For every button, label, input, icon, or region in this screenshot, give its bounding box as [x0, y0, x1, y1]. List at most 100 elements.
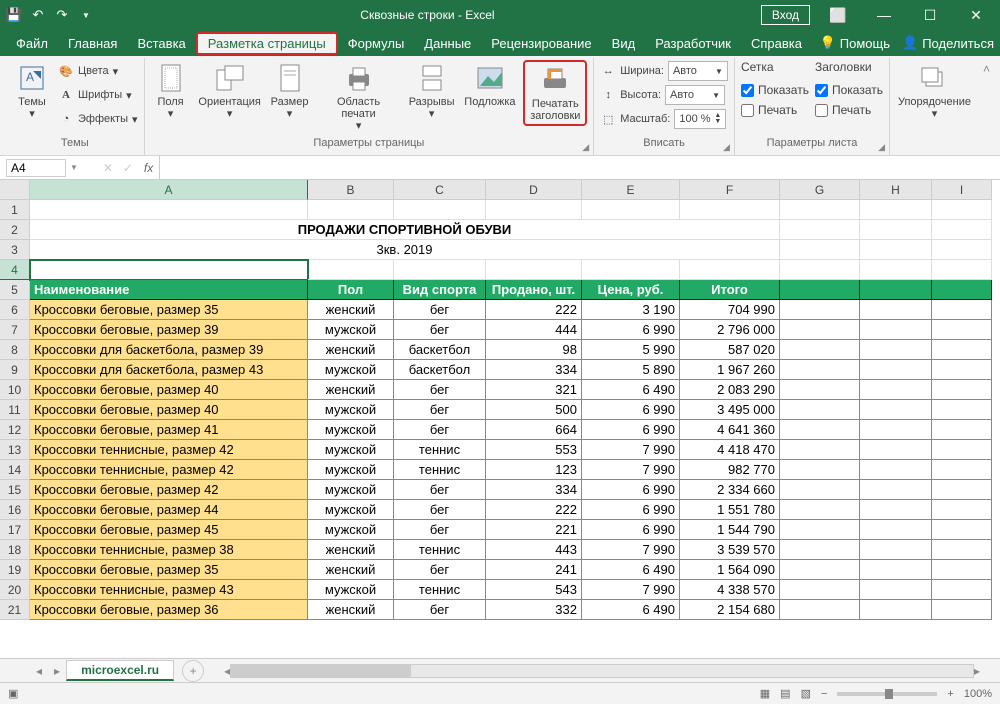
cell[interactable]: 6 990 — [582, 420, 680, 440]
cell[interactable] — [860, 500, 932, 520]
ribbon-options-icon[interactable]: ⬜ — [820, 7, 856, 24]
height-combo[interactable]: Авто▼ — [665, 85, 725, 105]
cell[interactable] — [780, 560, 860, 580]
cell-grid[interactable]: ПРОДАЖИ СПОРТИВНОЙ ОБУВИ3кв. 2019Наимено… — [30, 200, 992, 620]
cell[interactable]: мужской — [308, 360, 394, 380]
ribbon-tab[interactable]: Справка — [741, 32, 812, 55]
cell[interactable]: Цена, руб. — [582, 280, 680, 300]
column-header[interactable]: F — [680, 180, 780, 200]
scale-launcher-icon[interactable]: ◢ — [723, 142, 730, 153]
cell[interactable]: Кроссовки беговые, размер 39 — [30, 320, 308, 340]
zoom-level[interactable]: 100% — [964, 688, 992, 700]
row-headers[interactable]: 123456789101112131415161718192021 — [0, 200, 30, 620]
collapse-ribbon-icon[interactable]: ˄ — [979, 58, 994, 155]
cell[interactable]: женский — [308, 540, 394, 560]
cell[interactable] — [932, 200, 992, 220]
cell[interactable]: мужской — [308, 480, 394, 500]
cell[interactable]: бег — [394, 420, 486, 440]
row-header[interactable]: 2 — [0, 220, 30, 240]
cell[interactable] — [860, 400, 932, 420]
cell[interactable]: 1 544 790 — [680, 520, 780, 540]
cell[interactable]: Кроссовки для баскетбола, размер 43 — [30, 360, 308, 380]
arrange-button[interactable]: Упорядочение▾ — [896, 60, 973, 122]
cell[interactable]: 123 — [486, 460, 582, 480]
cell[interactable] — [860, 240, 932, 260]
page-layout-view-icon[interactable]: ▤ — [780, 687, 790, 700]
zoom-in-icon[interactable]: + — [947, 688, 953, 700]
cell[interactable]: баскетбол — [394, 340, 486, 360]
cell[interactable] — [30, 200, 308, 220]
themes-button[interactable]: A Темы▾ — [12, 60, 52, 122]
cell[interactable]: бег — [394, 300, 486, 320]
ribbon-tab[interactable]: Вид — [602, 32, 646, 55]
gridlines-print-checkbox[interactable]: Печать — [741, 100, 809, 120]
cell[interactable]: Итого — [680, 280, 780, 300]
cell[interactable]: 6 990 — [582, 520, 680, 540]
cell[interactable]: 4 418 470 — [680, 440, 780, 460]
formula-input[interactable] — [159, 156, 1000, 179]
cell[interactable]: бег — [394, 380, 486, 400]
cell[interactable] — [932, 440, 992, 460]
cell[interactable]: женский — [308, 560, 394, 580]
cell[interactable]: 6 990 — [582, 400, 680, 420]
cell[interactable]: Продано, шт. — [486, 280, 582, 300]
headings-view-checkbox[interactable]: Показать — [815, 80, 883, 100]
cell[interactable]: 2 083 290 — [680, 380, 780, 400]
row-header[interactable]: 5 — [0, 280, 30, 300]
row-header[interactable]: 19 — [0, 560, 30, 580]
cell[interactable]: 221 — [486, 520, 582, 540]
cell[interactable]: бег — [394, 560, 486, 580]
cell[interactable]: 6 490 — [582, 380, 680, 400]
cell[interactable]: мужской — [308, 440, 394, 460]
zoom-slider[interactable] — [837, 692, 937, 696]
cell[interactable] — [932, 320, 992, 340]
cell[interactable] — [860, 580, 932, 600]
cell[interactable] — [860, 320, 932, 340]
cell[interactable] — [860, 540, 932, 560]
cell[interactable]: мужской — [308, 520, 394, 540]
cell[interactable]: мужской — [308, 580, 394, 600]
close-icon[interactable]: ✕ — [958, 7, 994, 24]
cancel-formula-icon[interactable]: ✕ — [98, 161, 118, 175]
scale-spinner[interactable]: 100 %▲▼ — [674, 109, 726, 129]
cell[interactable]: 241 — [486, 560, 582, 580]
row-header[interactable]: 11 — [0, 400, 30, 420]
cell[interactable] — [582, 200, 680, 220]
cell[interactable] — [860, 440, 932, 460]
cell[interactable] — [932, 400, 992, 420]
cell[interactable] — [932, 340, 992, 360]
effects-button[interactable]: ◔Эффекты ▾ — [58, 108, 138, 130]
horizontal-scrollbar[interactable]: ◂▸ — [224, 664, 980, 678]
cell[interactable] — [780, 460, 860, 480]
cell[interactable]: 3кв. 2019 — [30, 240, 780, 260]
cell[interactable]: Кроссовки беговые, размер 35 — [30, 300, 308, 320]
row-header[interactable]: 1 — [0, 200, 30, 220]
cell[interactable] — [860, 560, 932, 580]
sheet-tab[interactable]: microexcel.ru — [66, 660, 174, 681]
cell[interactable]: Кроссовки теннисные, размер 42 — [30, 440, 308, 460]
save-icon[interactable]: 💾 — [6, 7, 22, 23]
zoom-out-icon[interactable]: − — [821, 688, 827, 700]
cell[interactable] — [932, 240, 992, 260]
cell[interactable]: Пол — [308, 280, 394, 300]
redo-icon[interactable]: ↷ — [54, 7, 70, 23]
cell[interactable]: 6 490 — [582, 560, 680, 580]
cell[interactable] — [780, 500, 860, 520]
row-header[interactable]: 10 — [0, 380, 30, 400]
cell[interactable]: 704 990 — [680, 300, 780, 320]
add-sheet-button[interactable]: + — [182, 660, 204, 682]
cell[interactable] — [780, 420, 860, 440]
cell[interactable]: 7 990 — [582, 460, 680, 480]
cell[interactable]: мужской — [308, 460, 394, 480]
cell[interactable]: 543 — [486, 580, 582, 600]
cell[interactable]: 334 — [486, 360, 582, 380]
cell[interactable]: ПРОДАЖИ СПОРТИВНОЙ ОБУВИ — [30, 220, 780, 240]
cell[interactable]: мужской — [308, 400, 394, 420]
ribbon-tab[interactable]: Главная — [58, 32, 127, 55]
cell[interactable] — [780, 480, 860, 500]
cell[interactable]: 222 — [486, 300, 582, 320]
cell[interactable]: 1 967 260 — [680, 360, 780, 380]
cell[interactable]: женский — [308, 600, 394, 620]
page-break-view-icon[interactable]: ▧ — [801, 687, 811, 700]
cell[interactable]: 98 — [486, 340, 582, 360]
